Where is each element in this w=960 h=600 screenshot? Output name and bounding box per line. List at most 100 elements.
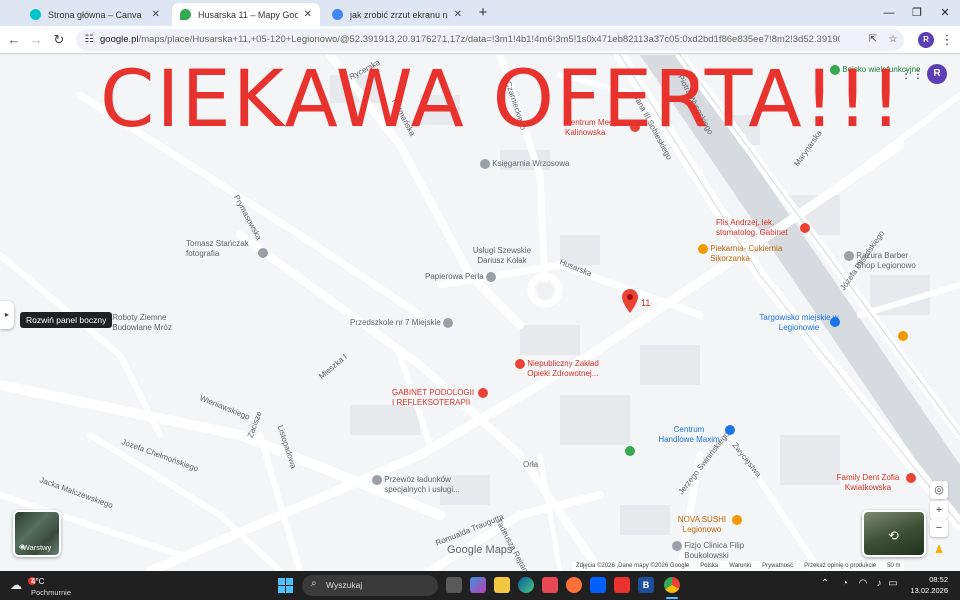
forward-arrow-icon[interactable]: →: [27, 31, 45, 49]
tab-title: Strona główna – Canva: [48, 9, 142, 20]
windows-taskbar: ☁ 1 4°C Pochmurnie ⌕ Wyszukaj B ⌃ ◔ ◠ ♪ …: [0, 571, 960, 600]
poi-earthworks[interactable]: Roboty Ziemne Budowlane Mróz: [100, 313, 182, 333]
poi-shopping-center[interactable]: Centrum Handlowe Maxim: [655, 425, 736, 445]
poi-label: Usługi Szewskie Dariusz Kołak: [472, 246, 532, 265]
weather-widget[interactable]: ☁ 1 4°C Pochmurnie: [10, 575, 80, 597]
task-view-icon[interactable]: [446, 577, 462, 593]
shop-icon: [485, 272, 496, 282]
browser-menu-icon[interactable]: ⋮: [940, 31, 954, 49]
country-link[interactable]: Polska: [700, 561, 718, 571]
tab-google-search[interactable]: jak zrobić zrzut ekranu na lapto ✕: [324, 3, 470, 26]
search-icon: ⌕: [311, 578, 317, 589]
pegman-icon[interactable]: ♟: [930, 541, 948, 559]
edge-icon[interactable]: [518, 577, 534, 593]
url-text[interactable]: google.pl/maps/place/Husarska+11,+05-120…: [100, 29, 840, 51]
poi-kindergarten[interactable]: Przedszkole nr 7 Miejskie: [350, 318, 453, 328]
close-tab-icon[interactable]: ✕: [152, 9, 160, 20]
poi-label: Tomasz Stańczak fotografia: [186, 239, 249, 258]
bookmark-star-icon[interactable]: ☆: [886, 33, 900, 47]
google-maps-favicon-icon: [180, 9, 191, 20]
poi-shoemaker[interactable]: Usługi Szewskie Dariusz Kołak: [466, 246, 538, 266]
google-favicon-icon: [332, 9, 343, 20]
reload-icon[interactable]: ↻: [50, 31, 68, 49]
copilot-icon[interactable]: [470, 577, 486, 593]
maximize-button[interactable]: ❐: [902, 4, 932, 22]
poi-label: Roboty Ziemne Budowlane Mróz: [112, 313, 172, 332]
new-tab-button[interactable]: +: [474, 4, 492, 22]
minimize-button[interactable]: —: [874, 4, 904, 22]
account-avatar[interactable]: R: [927, 64, 947, 84]
back-arrow-icon[interactable]: ←: [5, 31, 23, 49]
poi-label: Przedszkole nr 7 Miejskie: [350, 318, 441, 328]
wifi-icon[interactable]: ◠: [856, 578, 870, 589]
file-explorer-icon[interactable]: [494, 577, 510, 593]
profile-avatar[interactable]: R: [918, 32, 934, 48]
privacy-link[interactable]: Prywatność: [762, 561, 793, 571]
address-bar[interactable]: ☷ google.pl/maps/place/Husarska+11,+05-1…: [76, 29, 904, 51]
expand-side-panel-button[interactable]: ▸: [0, 301, 14, 329]
poi-label: NOVA SUSHI Legionowo: [677, 515, 727, 534]
feedback-link[interactable]: Przekaż opinię o produkcie: [804, 561, 876, 571]
system-clock[interactable]: 08:52 13.02.2026: [898, 574, 948, 596]
layers-button[interactable]: ◈ Warstwy: [13, 510, 61, 557]
poi-fizjo-clinic[interactable]: Fizjo Clinica Filip Boukołowski: [672, 541, 764, 561]
zoom-out-button[interactable]: −: [930, 519, 948, 537]
poi-label: Księgarnia Wrzosowa: [492, 159, 570, 169]
volume-icon[interactable]: ♪: [872, 578, 886, 589]
rotate-360-icon: ⟲: [888, 528, 899, 543]
street-view-thumbnail[interactable]: ⟲: [862, 510, 926, 557]
tab-title: Husarska 11 – Mapy Google: [198, 9, 298, 20]
poi-label: Flis Andrzej, lek. stomatolog. Gabinet: [716, 218, 788, 237]
tab-canva[interactable]: Strona główna – Canva ✕: [22, 3, 168, 26]
site-info-icon[interactable]: ☷: [82, 32, 96, 48]
poi-label: Razura Barber Shop Legionowo: [856, 251, 916, 270]
poi-transport[interactable]: Przewóz ładunków specjalnych i usługi...: [372, 475, 464, 495]
close-tab-icon[interactable]: ✕: [304, 9, 312, 20]
windows-start-icon[interactable]: [278, 578, 293, 593]
taskbar-search[interactable]: ⌕ Wyszukaj: [302, 575, 438, 596]
poi-health-clinic[interactable]: Niepubliczny Zakład Opieki Zdrowotnej...: [515, 359, 619, 379]
tab-google-maps[interactable]: Husarska 11 – Mapy Google ✕: [172, 3, 320, 26]
chrome-icon[interactable]: [664, 577, 680, 593]
firefox-icon[interactable]: [566, 577, 582, 593]
google-maps-logo: Google Maps: [447, 544, 513, 556]
poi-podiatry[interactable]: GABINET PODOLOGII I REFLEKSOTERAPII: [392, 388, 489, 408]
cloud-icon: ☁: [10, 578, 22, 592]
poi-label: Papierowa Perła: [425, 272, 484, 282]
tray-app-icon[interactable]: ◔: [838, 578, 852, 589]
layers-label: Warstwy: [22, 543, 52, 552]
close-window-button[interactable]: ✕: [930, 4, 960, 22]
zoom-in-button[interactable]: +: [930, 501, 948, 519]
poi-nova-sushi[interactable]: NOVA SUSHI Legionowo: [674, 515, 743, 535]
poi-dentist-flis[interactable]: Flis Andrzej, lek. stomatolog. Gabinet: [716, 218, 812, 238]
health-icon: [478, 388, 489, 398]
location-pin-icon[interactable]: [622, 289, 638, 313]
app-b-icon[interactable]: B: [638, 577, 654, 593]
restaurant-icon: [732, 515, 743, 525]
park-icon: [625, 446, 635, 456]
dropbox-icon[interactable]: [590, 577, 606, 593]
clock-date: 13.02.2026: [910, 586, 948, 595]
tab-title: jak zrobić zrzut ekranu na lapto: [350, 9, 448, 20]
place-icon: [672, 541, 682, 551]
install-app-icon[interactable]: ⇱: [866, 33, 880, 47]
poi-label: Niepubliczny Zakład Opieki Zdrowotnej...: [527, 359, 599, 378]
poi-papierowa-perla[interactable]: Papierowa Perła: [425, 272, 496, 282]
tray-overflow-icon[interactable]: ⌃: [818, 578, 832, 589]
app-icon[interactable]: [614, 577, 630, 593]
poi-label: Fizjo Clinica Filip Boukołowski: [684, 541, 745, 560]
poi-bakery[interactable]: Piekarnia- Cukiernia Sikorzanka: [698, 244, 790, 264]
scale-bar[interactable]: 50 m: [887, 561, 900, 571]
poi-family-dent[interactable]: Family Dent Zofia Kwiatkowska: [832, 473, 917, 493]
weather-condition: Pochmurnie: [31, 588, 72, 597]
poi-label: Targowisko miejskie w Legionowie: [759, 313, 839, 332]
poi-label: Family Dent Zofia Kwiatkowska: [836, 473, 900, 492]
my-location-button[interactable]: ◎: [930, 481, 948, 499]
poi-barber[interactable]: Razura Barber Shop Legionowo: [844, 251, 926, 271]
microsoft-store-icon[interactable]: [542, 577, 558, 593]
terms-link[interactable]: Warunki: [729, 561, 751, 571]
poi-bookstore[interactable]: Księgarnia Wrzosowa: [480, 159, 569, 169]
url-path: /maps/place/Husarska+11,+05-120+Legionow…: [138, 34, 840, 45]
url-host: google.pl: [100, 34, 139, 45]
close-tab-icon[interactable]: ✕: [454, 9, 462, 20]
